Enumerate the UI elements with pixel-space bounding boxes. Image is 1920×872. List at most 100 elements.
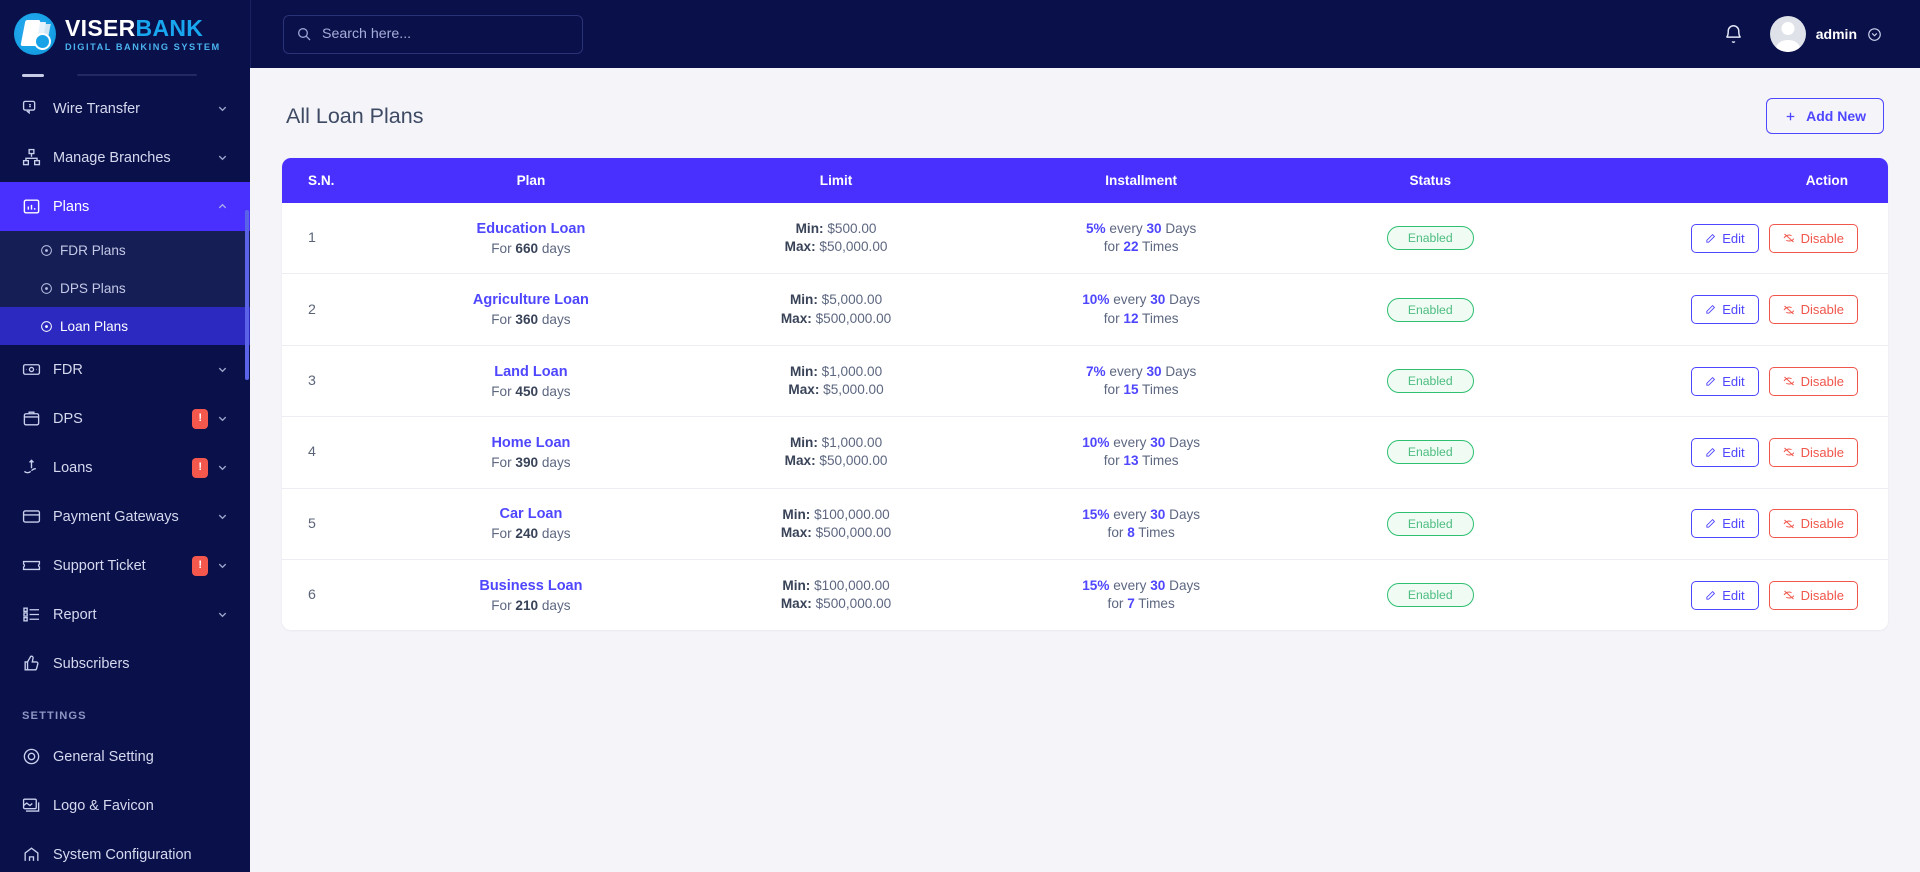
plus-icon [1784,110,1797,123]
column-header-action: Action [1566,158,1888,203]
limit-max: Max: $50,000.00 [784,239,888,255]
plan-name-link[interactable]: Agriculture Loan [388,292,673,308]
disable-label: Disable [1800,444,1844,460]
eye-off-icon [1783,518,1795,530]
sidebar-item-loans[interactable]: Loans ! [0,443,250,492]
notification-bell-icon[interactable] [1723,24,1744,45]
status-badge: Enabled [1386,369,1474,394]
image-icon [22,796,48,815]
chevron-down-icon[interactable] [217,364,228,375]
sidebar-item-manage-branches[interactable]: Manage Branches [0,133,250,182]
edit-label: Edit [1722,516,1745,532]
user-menu[interactable]: admin [1769,16,1882,52]
plan-name-link[interactable]: Education Loan [388,221,673,237]
chevron-up-icon[interactable] [217,201,228,212]
plan-name-link[interactable]: Car Loan [388,506,673,522]
disable-button[interactable]: Disable [1768,509,1858,539]
cell-limit: Min: $1,000.00 Max: $50,000.00 [683,416,989,489]
fdr-icon [22,360,48,379]
cell-installment: 15% every 30 Days for 7 Times [989,560,1294,631]
sidebar-item-system-configuration[interactable]: System Configuration [0,830,250,872]
chevron-down-icon[interactable] [217,413,228,424]
sidebar-item-fdr-plans[interactable]: FDR Plans [0,231,250,269]
plan-name-link[interactable]: Business Loan [388,578,673,594]
sidebar-item-payment-gateways[interactable]: Payment Gateways [0,492,250,541]
sidebar-item-wire-transfer[interactable]: Wire Transfer [0,84,250,133]
chevron-down-icon[interactable] [217,152,228,163]
edit-button[interactable]: Edit [1691,509,1759,539]
sidebar-item-logo-favicon[interactable]: Logo & Favicon [0,781,250,830]
eye-off-icon [1783,589,1795,601]
edit-button[interactable]: Edit [1691,295,1759,325]
topbar-right: admin [1723,16,1882,52]
sidebar-item-subscribers[interactable]: Subscribers [0,639,250,688]
eye-off-icon [1783,375,1795,387]
loan-plans-table: S.N. Plan Limit Installment Status Actio… [282,158,1888,630]
sidebar-item-dps-plans[interactable]: DPS Plans [0,269,250,307]
cell-limit: Min: $100,000.00 Max: $500,000.00 [683,488,989,561]
disable-label: Disable [1800,230,1844,246]
sidebar-item-label: DPS [53,410,83,427]
chevron-down-icon[interactable] [217,609,228,620]
limit-min: Min: $1,000.00 [789,363,883,379]
brand-logo-area[interactable]: VISERBANK DIGITAL BANKING SYSTEM [0,0,250,68]
cell-installment: 7% every 30 Days for 15 Times [988,345,1294,418]
edit-button[interactable]: Edit [1691,223,1759,253]
disable-button[interactable]: Disable [1768,437,1858,467]
edit-button[interactable]: Edit [1691,437,1759,467]
plan-duration: For 240 days [491,526,571,542]
add-new-button[interactable]: Add New [1766,98,1884,134]
pencil-icon [1705,376,1716,387]
action-buttons: Edit Disable [1577,580,1858,610]
chevron-down-icon[interactable] [217,511,228,522]
sidebar-item-fdr[interactable]: FDR [0,345,250,394]
sidebar-item-report[interactable]: Report [0,590,250,639]
limit-min: Min: $100,000.00 [782,506,890,522]
chevron-down-icon[interactable] [217,462,228,473]
sidebar-item-general-setting[interactable]: General Setting [0,732,250,781]
installment-rate: 7% every 30 Days [1086,363,1197,379]
sidebar-item-loan-plans[interactable]: Loan Plans [0,307,250,345]
disable-label: Disable [1800,587,1844,603]
disable-button[interactable]: Disable [1768,580,1858,610]
cell-installment: 5% every 30 Days for 22 Times [988,203,1294,275]
sidebar-scrollbar[interactable] [245,210,249,380]
disable-button[interactable]: Disable [1768,223,1858,253]
plan-duration: For 660 days [491,240,571,256]
edit-button[interactable]: Edit [1691,366,1759,396]
circle-dot-icon [40,244,60,257]
cell-sn: 2 [282,273,379,346]
chevron-down-icon[interactable] [217,103,228,114]
installment-rate: 15% every 30 Days [1082,506,1201,522]
limit-max: Max: $500,000.00 [780,524,892,540]
cell-action: Edit Disable [1566,203,1888,275]
cell-limit: Min: $5,000.00 Max: $500,000.00 [683,273,989,346]
edit-label: Edit [1722,302,1745,318]
sidebar-nav: Wire Transfer Manage Branches Plans FDR … [0,82,250,872]
chevron-down-icon[interactable] [217,560,228,571]
edit-label: Edit [1722,587,1745,603]
plan-name-link[interactable]: Land Loan [388,364,673,380]
cell-sn: 3 [282,345,379,418]
sidebar-item-plans[interactable]: Plans [0,182,250,231]
limit-max: Max: $50,000.00 [784,453,888,469]
sidebar-item-support-ticket[interactable]: Support Ticket ! [0,541,250,590]
config-icon [22,845,48,864]
search-input[interactable] [322,26,570,42]
chevron-down-circle-icon[interactable] [1867,27,1882,42]
cell-installment: 10% every 30 Days for 13 Times [988,416,1294,489]
alert-badge: ! [192,555,208,576]
plan-name-link[interactable]: Home Loan [388,435,673,451]
action-buttons: Edit Disable [1577,509,1858,539]
disable-button[interactable]: Disable [1768,366,1858,396]
table-header: S.N. Plan Limit Installment Status Actio… [282,158,1888,203]
search-box[interactable] [283,14,583,54]
disable-button[interactable]: Disable [1768,295,1858,325]
edit-button[interactable]: Edit [1691,580,1759,610]
edit-label: Edit [1722,373,1745,389]
sidebar-item-dps[interactable]: DPS ! [0,394,250,443]
sidebar-subitem-label: Loan Plans [60,318,129,334]
plans-icon [22,197,48,216]
sidebar-item-label: Manage Branches [53,149,171,166]
sidebar-section-settings-label: SETTINGS [22,710,87,722]
